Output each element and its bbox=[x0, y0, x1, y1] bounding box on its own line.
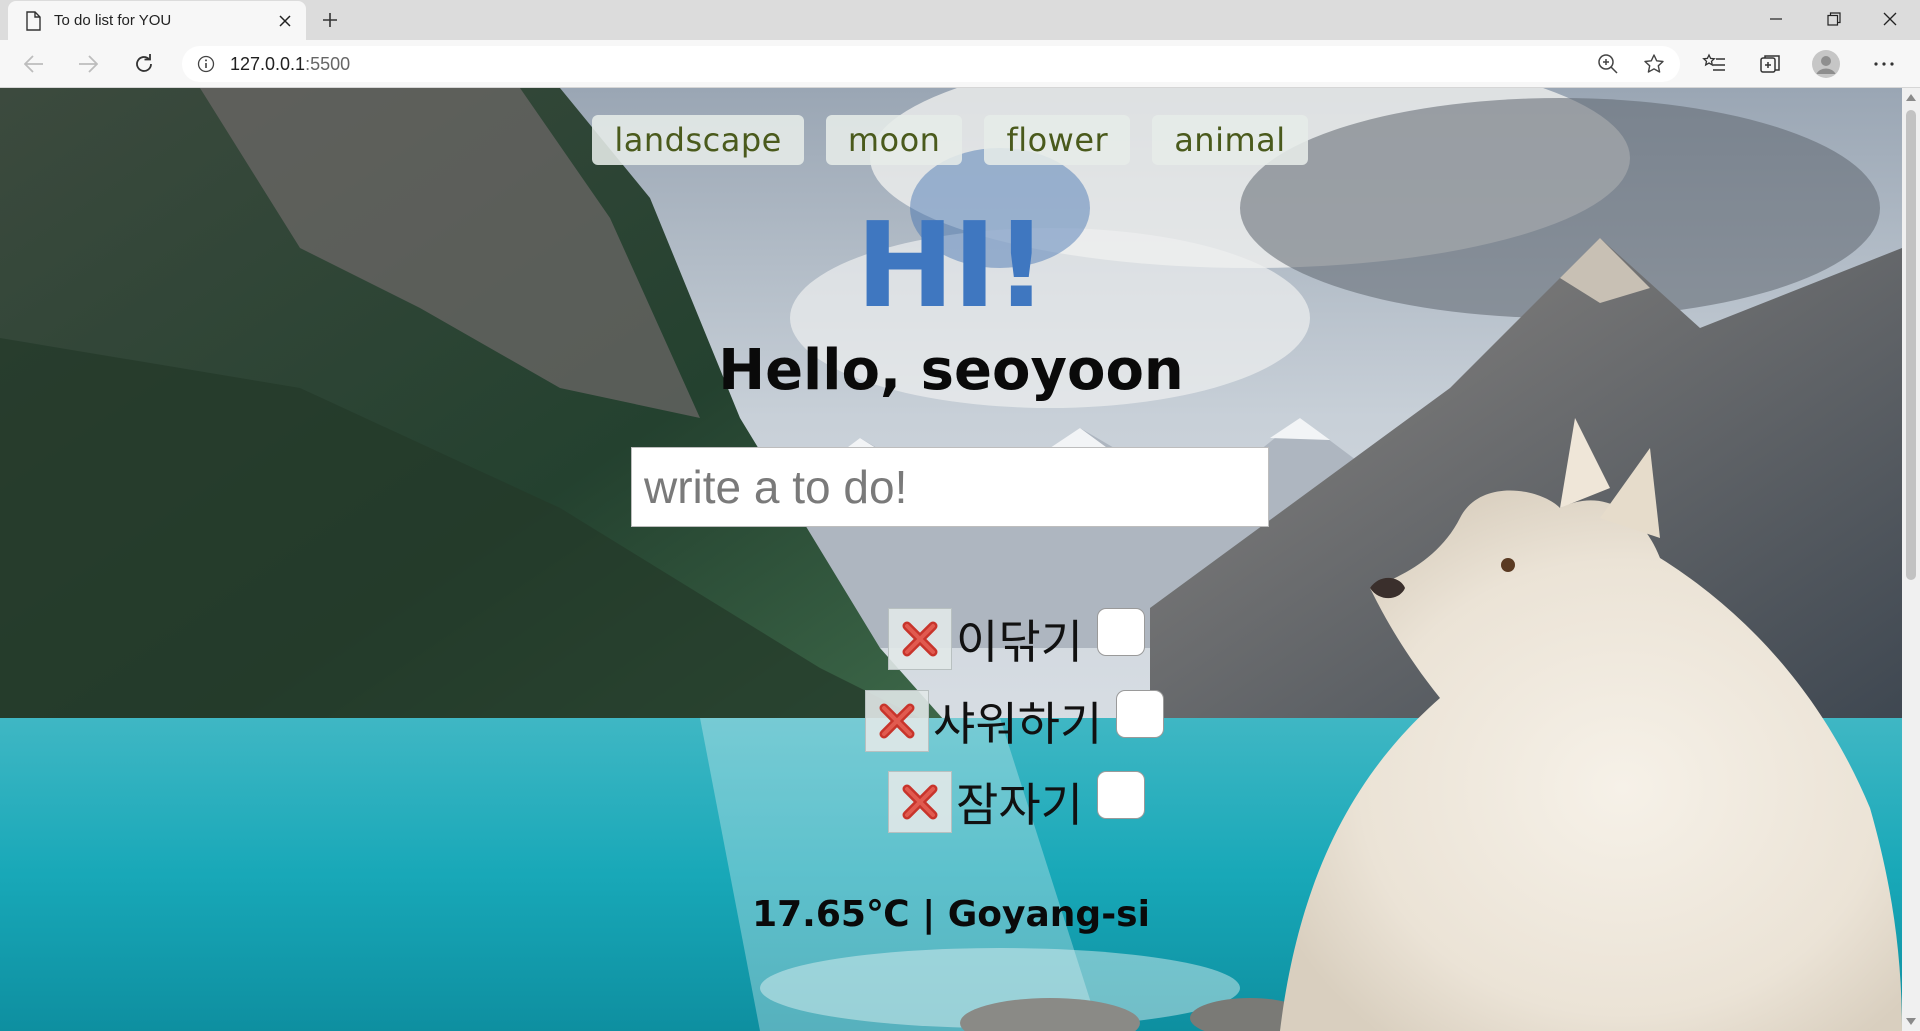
category-button-flower[interactable]: flower bbox=[984, 115, 1131, 165]
todo-text: 잠자기 bbox=[956, 778, 1083, 832]
category-button-moon[interactable]: moon bbox=[825, 115, 963, 165]
delete-button[interactable] bbox=[865, 690, 929, 752]
minimize-icon[interactable] bbox=[1748, 0, 1804, 38]
page-icon bbox=[24, 10, 42, 31]
delete-button[interactable] bbox=[888, 771, 952, 833]
todo-input[interactable] bbox=[631, 447, 1269, 527]
favorites-list-icon[interactable] bbox=[1696, 46, 1732, 82]
category-buttons: landscape moon flower animal bbox=[0, 115, 1902, 165]
todo-text: 샤워하기 bbox=[933, 697, 1103, 751]
delete-x-icon bbox=[902, 784, 938, 820]
url-text: 127.0.0.1:5500 bbox=[230, 54, 350, 75]
vertical-scrollbar[interactable] bbox=[1902, 88, 1920, 1031]
category-button-landscape[interactable]: landscape bbox=[592, 115, 804, 165]
delete-x-icon bbox=[879, 703, 915, 739]
address-bar[interactable]: 127.0.0.1:5500 bbox=[182, 46, 1680, 82]
todo-text: 이닦기 bbox=[956, 615, 1083, 669]
todo-item: 샤워하기 bbox=[865, 688, 1165, 754]
info-icon[interactable] bbox=[196, 54, 216, 74]
scroll-down-icon[interactable] bbox=[1906, 1018, 1916, 1025]
new-tab-icon[interactable] bbox=[316, 6, 344, 34]
close-tab-icon[interactable] bbox=[274, 10, 296, 32]
zoom-icon[interactable] bbox=[1590, 46, 1626, 82]
browser-tab-bar: To do list for YOU bbox=[0, 0, 1920, 40]
delete-x-icon bbox=[902, 621, 938, 657]
restore-icon[interactable] bbox=[1806, 0, 1862, 38]
greeting-text: Hello, seoyoon bbox=[718, 338, 1184, 403]
scroll-up-icon[interactable] bbox=[1906, 94, 1916, 101]
browser-tab[interactable]: To do list for YOU bbox=[8, 1, 306, 40]
scrollbar-thumb[interactable] bbox=[1906, 110, 1916, 580]
tab-title: To do list for YOU bbox=[54, 12, 172, 29]
url-port: :5500 bbox=[305, 53, 351, 74]
weather-text: 17.65℃ | Goyang-si bbox=[752, 894, 1150, 935]
todo-item: 이닦기 bbox=[888, 606, 1145, 672]
todo-checkbox[interactable] bbox=[1096, 771, 1145, 819]
delete-button[interactable] bbox=[888, 608, 952, 670]
more-menu-icon[interactable] bbox=[1866, 46, 1902, 82]
refresh-icon[interactable] bbox=[126, 46, 162, 82]
todo-item: 잠자기 bbox=[888, 769, 1145, 835]
browser-toolbar: 127.0.0.1:5500 bbox=[0, 40, 1920, 88]
page-viewport: landscape moon flower animal HI! Hello, … bbox=[0, 88, 1902, 1031]
profile-avatar-icon[interactable] bbox=[1808, 46, 1844, 82]
url-host: 127.0.0.1 bbox=[230, 53, 306, 74]
favorite-star-icon[interactable] bbox=[1636, 46, 1672, 82]
back-arrow-icon[interactable] bbox=[16, 46, 52, 82]
hi-heading: HI! bbox=[855, 196, 1048, 334]
close-window-icon[interactable] bbox=[1862, 0, 1918, 38]
category-button-animal[interactable]: animal bbox=[1152, 115, 1308, 165]
collections-icon[interactable] bbox=[1752, 46, 1788, 82]
todo-checkbox[interactable] bbox=[1096, 608, 1145, 656]
todo-checkbox[interactable] bbox=[1116, 690, 1165, 738]
forward-arrow-icon[interactable] bbox=[70, 46, 106, 82]
